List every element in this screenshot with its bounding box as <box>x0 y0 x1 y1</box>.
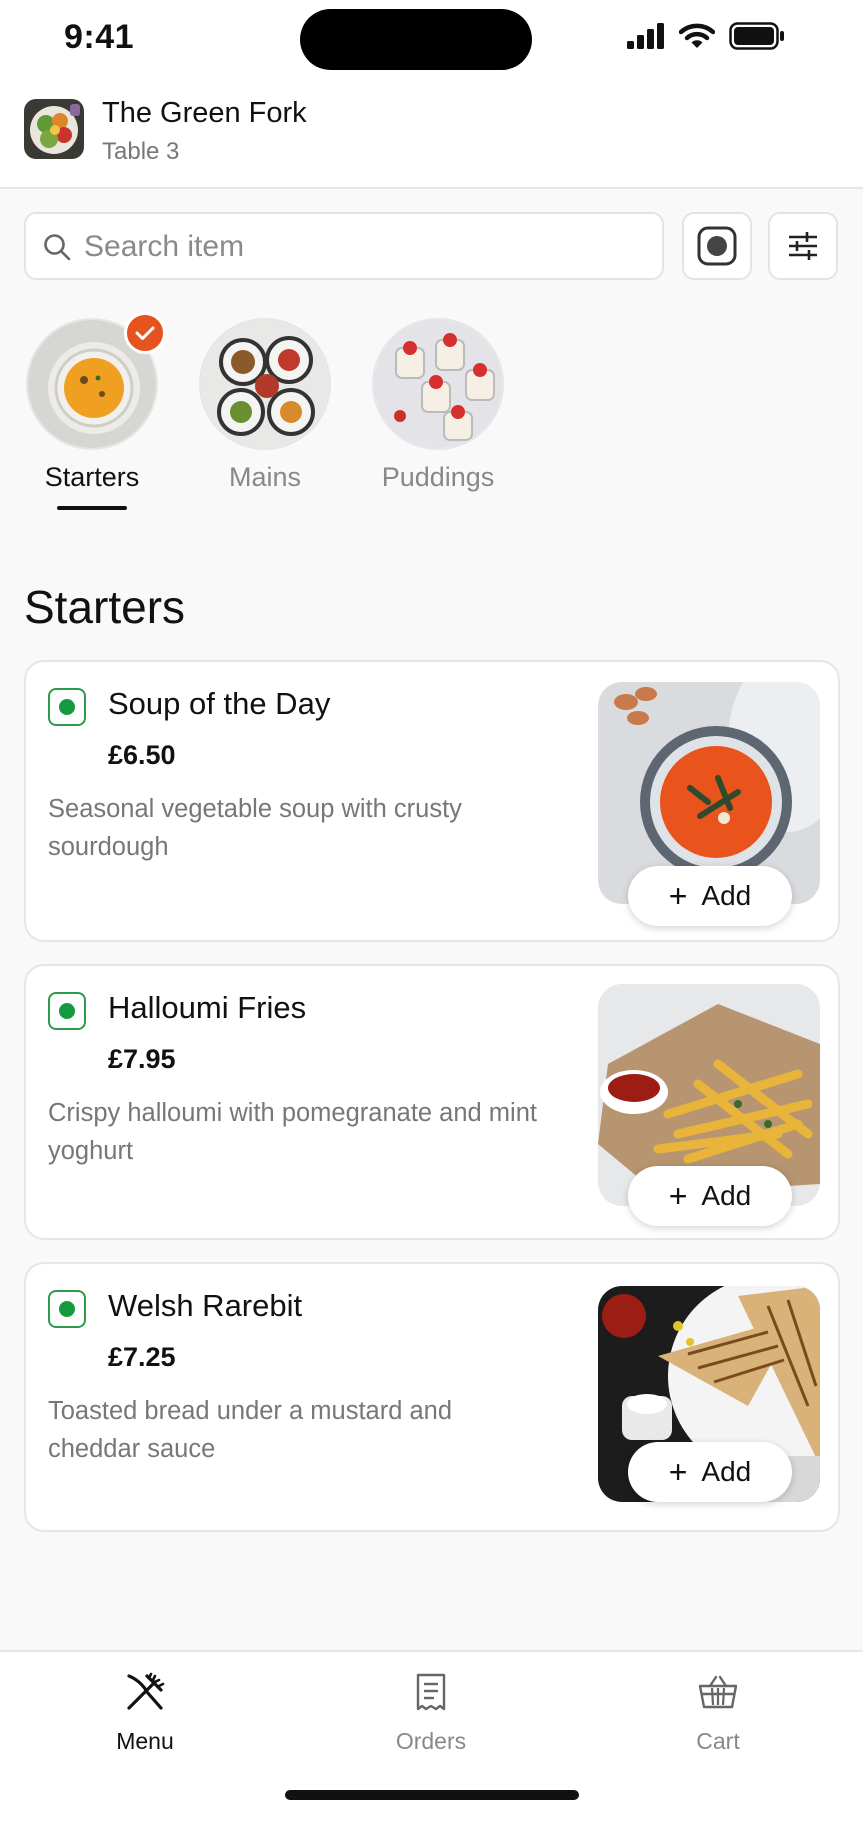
add-button[interactable]: + Add <box>628 1166 792 1226</box>
item-price: £7.25 <box>108 1342 176 1372</box>
menu-item-card[interactable]: Welsh Rarebit £7.25 Toasted bread under … <box>24 1262 840 1532</box>
item-description: Toasted bread under a mustard and chedda… <box>48 1397 453 1463</box>
active-category-indicator <box>57 506 127 510</box>
add-button-label: Add <box>701 1456 752 1487</box>
search-icon <box>44 234 71 261</box>
restaurant-name: The Green Fork <box>102 97 307 129</box>
veg-icon <box>48 688 86 726</box>
dynamic-island <box>300 9 532 70</box>
add-button[interactable]: + Add <box>628 1442 792 1502</box>
puddings-image <box>372 318 504 450</box>
search-input[interactable] <box>82 224 646 270</box>
status-bar: 9:41 <box>0 0 863 82</box>
status-time: 9:41 <box>64 18 135 56</box>
search-bar[interactable] <box>24 212 664 280</box>
section-title: Starters <box>24 581 186 633</box>
basket-icon <box>638 1670 798 1714</box>
sliders-icon <box>789 232 817 260</box>
item-name: Halloumi Fries <box>108 990 307 1025</box>
fork-knife-icon <box>65 1670 225 1714</box>
battery-icon <box>729 22 784 50</box>
item-price: £7.95 <box>108 1044 176 1074</box>
item-description: Seasonal vegetable soup with crusty sour… <box>48 795 462 861</box>
veg-filter-icon <box>697 226 737 266</box>
veg-toggle-button[interactable] <box>682 212 752 280</box>
add-button-label: Add <box>701 1180 752 1211</box>
tab-label: Orders <box>395 1728 467 1754</box>
status-icons <box>627 22 785 50</box>
home-indicator <box>285 1790 579 1800</box>
veg-icon <box>48 1290 86 1328</box>
item-price: £6.50 <box>108 740 176 770</box>
plus-icon: + <box>668 878 688 914</box>
category-label: Puddings <box>381 462 495 492</box>
wifi-icon <box>679 23 715 48</box>
tab-label: Cart <box>696 1728 740 1754</box>
plus-icon: + <box>668 1178 688 1214</box>
selected-check-icon <box>124 312 166 354</box>
category-puddings[interactable]: Puddings <box>372 318 504 493</box>
signal-icon <box>627 23 664 49</box>
restaurant-logo <box>24 99 84 159</box>
tab-cart[interactable]: Cart <box>638 1670 798 1755</box>
receipt-icon <box>351 1670 511 1714</box>
add-button-label: Add <box>701 880 752 911</box>
item-name: Welsh Rarebit <box>108 1288 303 1323</box>
add-button[interactable]: + Add <box>628 866 792 926</box>
category-starters[interactable]: Starters <box>26 312 166 493</box>
item-description: Crispy halloumi with pomegranate and min… <box>48 1099 537 1165</box>
table-label: Table 3 <box>102 138 180 165</box>
menu-item-card[interactable]: Halloumi Fries £7.95 Crispy halloumi wit… <box>24 964 840 1240</box>
restaurant-header: The Green Fork Table 3 <box>0 82 863 189</box>
tab-label: Menu <box>116 1728 174 1754</box>
category-mains[interactable]: Mains <box>199 318 331 493</box>
category-label: Mains <box>228 462 302 492</box>
bottom-tab-bar: Menu Orders Cart <box>0 1650 863 1824</box>
veg-icon <box>48 992 86 1030</box>
tab-menu[interactable]: Menu <box>65 1670 225 1755</box>
filter-button[interactable] <box>768 212 838 280</box>
tab-orders[interactable]: Orders <box>351 1670 511 1755</box>
plus-icon: + <box>668 1454 688 1490</box>
category-label: Starters <box>44 462 140 492</box>
menu-item-card[interactable]: Soup of the Day £6.50 Seasonal vegetable… <box>24 660 840 942</box>
item-name: Soup of the Day <box>108 686 331 721</box>
mains-image <box>199 318 331 450</box>
